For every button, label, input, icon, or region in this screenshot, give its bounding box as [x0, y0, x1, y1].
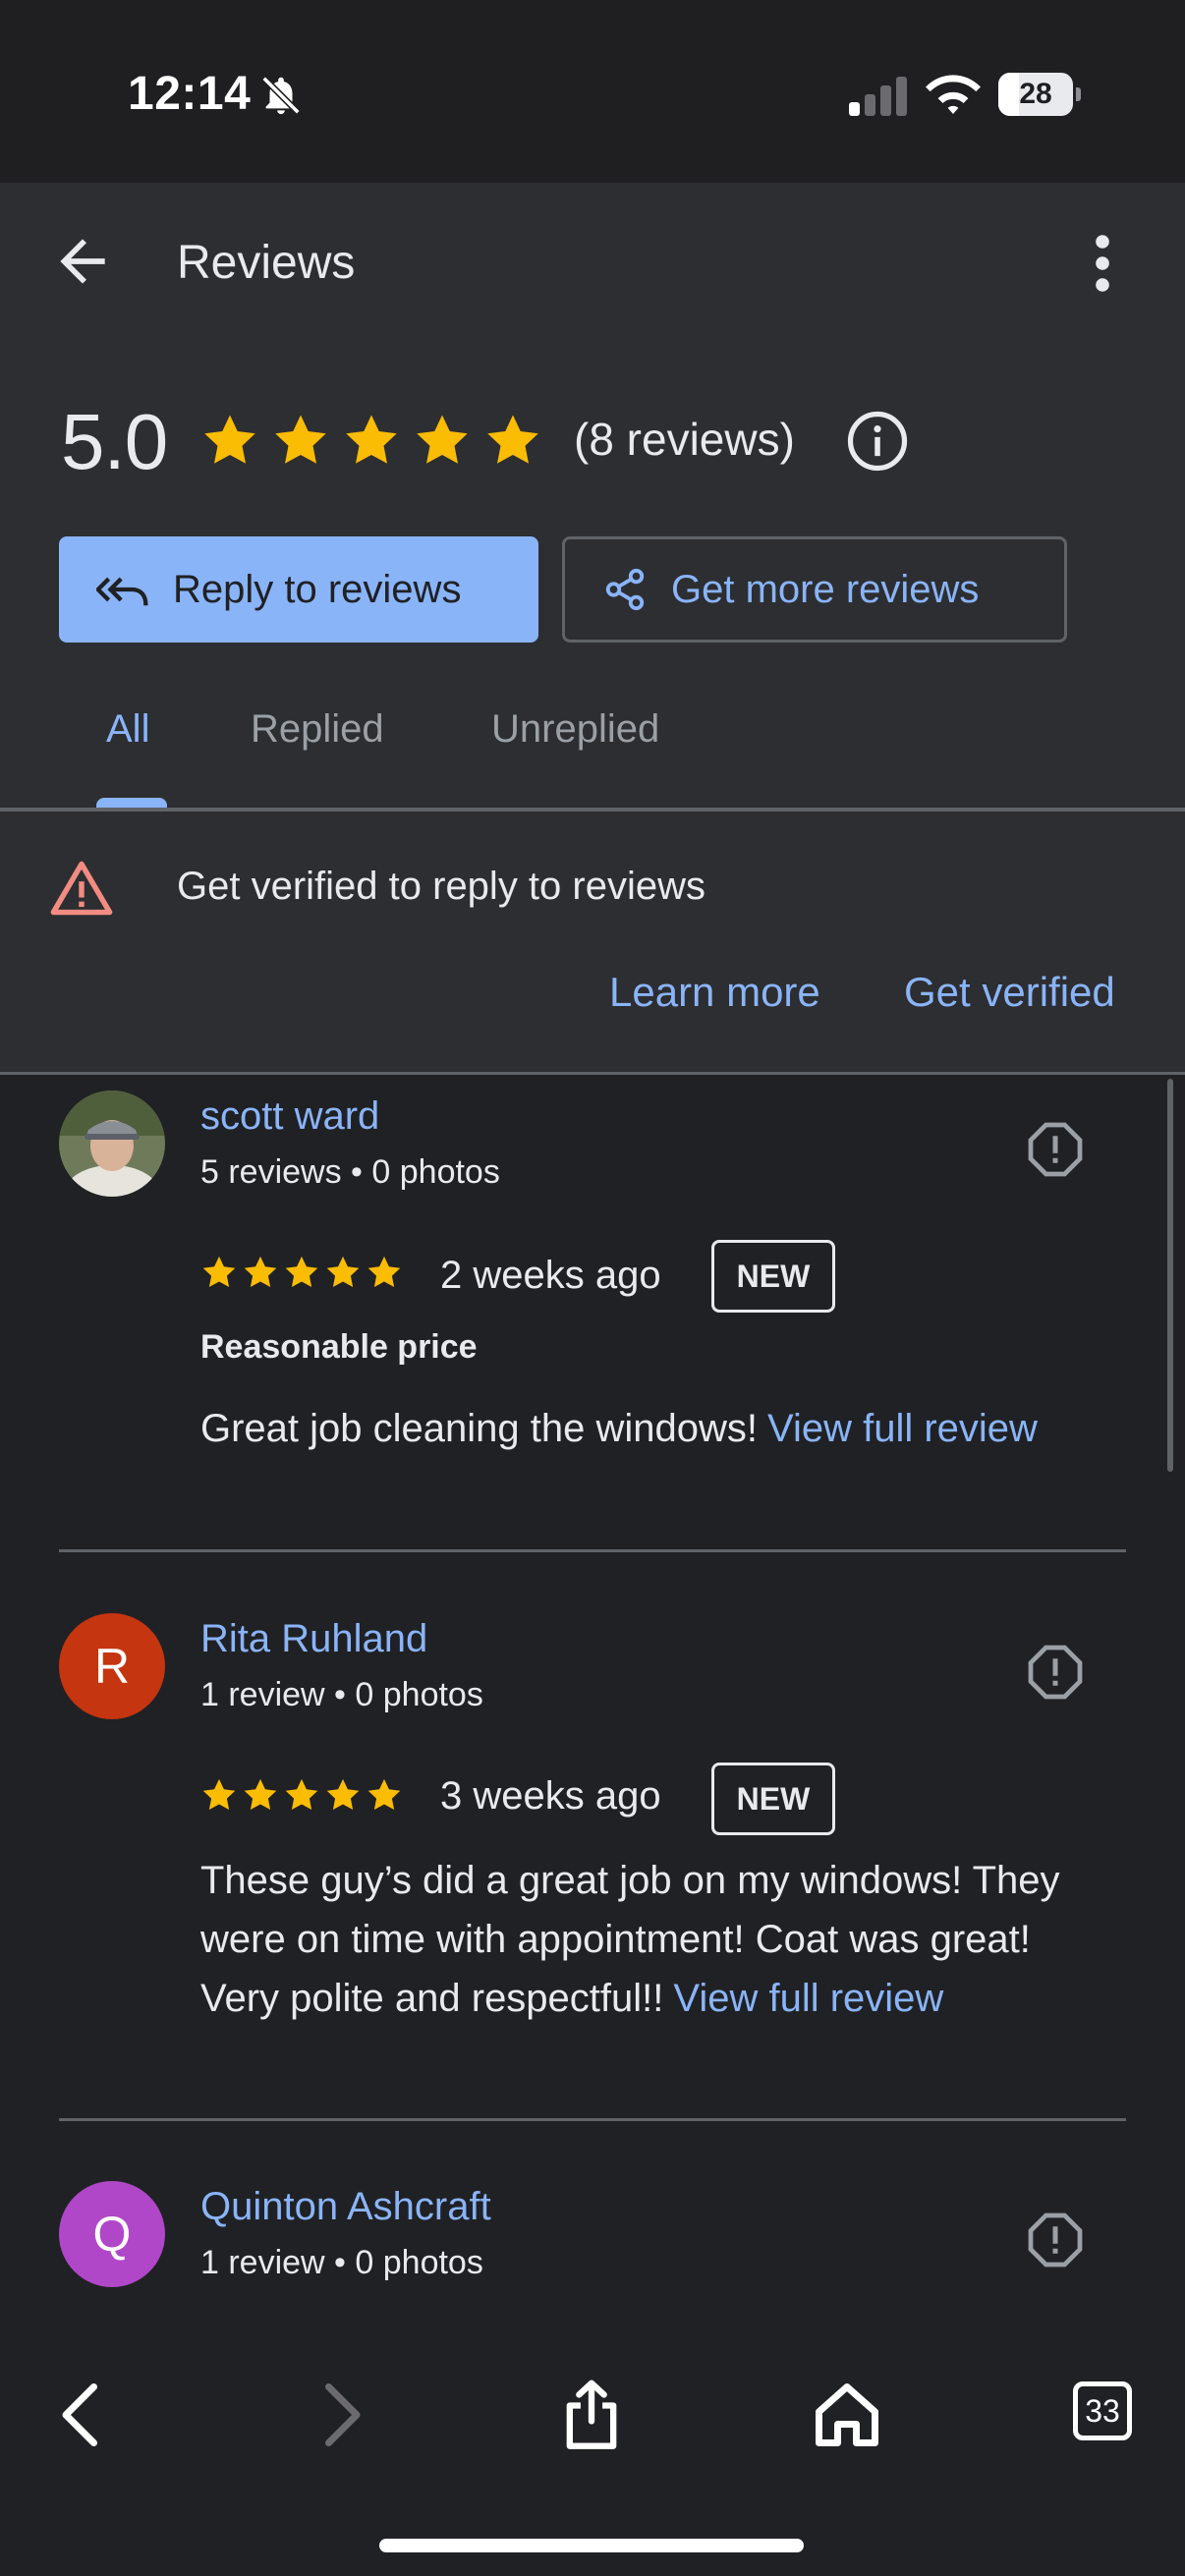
tab-all[interactable]: All: [106, 707, 149, 752]
review-stars: [200, 1254, 403, 1291]
star-icon: [244, 1256, 277, 1288]
star-icon: [202, 1256, 236, 1288]
more-vert-icon[interactable]: [1079, 232, 1126, 295]
reply-to-reviews-button[interactable]: Reply to reviews: [59, 536, 538, 643]
star-icon: [367, 1778, 401, 1811]
review-text: Great job cleaning the windows! View full…: [200, 1407, 1038, 1450]
bell-off-icon: [261, 76, 301, 115]
review-attribute: Reasonable price: [200, 1328, 478, 1366]
share-icon[interactable]: [554, 2378, 629, 2452]
arrow-left-icon[interactable]: [49, 228, 116, 295]
star-icon: [285, 1256, 318, 1288]
get-more-reviews-label: Get more reviews: [671, 567, 980, 611]
star-icon: [285, 1778, 318, 1811]
review-stars: [200, 1776, 403, 1814]
review-count: (8 reviews): [574, 414, 795, 465]
banner-text: Get verified to reply to reviews: [177, 865, 705, 908]
tab-replied[interactable]: Replied: [251, 707, 384, 752]
avatar-letter: Q: [92, 2207, 132, 2262]
star-icon: [487, 415, 538, 464]
scrollbar[interactable]: [1167, 1079, 1173, 1472]
review-time: 2 weeks ago: [440, 1254, 661, 1297]
report-icon[interactable]: [1026, 2211, 1085, 2269]
review-text: These guy’s did a great job on my window…: [200, 1859, 1060, 2020]
verification-banner: [0, 812, 1185, 1075]
view-full-review-link[interactable]: View full review: [673, 1977, 943, 2020]
reviewer-name[interactable]: Quinton Ashcraft: [200, 2185, 491, 2229]
home-indicator: [379, 2539, 804, 2552]
tabs-icon[interactable]: 33: [1073, 2381, 1132, 2440]
back-icon[interactable]: [47, 2378, 122, 2452]
view-full-review-link[interactable]: View full review: [767, 1407, 1038, 1450]
star-icon: [275, 415, 326, 464]
report-icon[interactable]: [1026, 1120, 1085, 1179]
status-bar: 12:14 28: [0, 0, 1185, 183]
star-icon: [326, 1778, 360, 1811]
share-icon: [605, 568, 645, 611]
review-divider: [59, 2118, 1126, 2121]
reviewer-photo: [59, 1091, 165, 1197]
star-icon: [202, 1778, 236, 1811]
reviewer-meta: 1 review • 0 photos: [200, 1676, 483, 1713]
reviewer-name[interactable]: Rita Ruhland: [200, 1617, 427, 1661]
signal-icon: [849, 77, 907, 116]
avatar[interactable]: Q: [59, 2181, 165, 2287]
new-badge: NEW: [711, 1240, 835, 1313]
star-icon: [326, 1256, 360, 1288]
reviewer-name[interactable]: scott ward: [200, 1094, 379, 1139]
review-time: 3 weeks ago: [440, 1774, 661, 1818]
page-title: Reviews: [177, 237, 356, 289]
rating-stars: [200, 411, 542, 470]
reviewer-meta: 1 review • 0 photos: [200, 2244, 483, 2281]
star-icon: [417, 415, 468, 464]
reply-all-icon: [96, 577, 148, 606]
wifi-icon: [926, 75, 981, 114]
report-icon[interactable]: [1026, 1643, 1085, 1702]
info-icon[interactable]: [845, 409, 910, 474]
avatar-letter: R: [93, 1639, 131, 1694]
learn-more-link[interactable]: Learn more: [609, 969, 820, 1016]
average-rating: 5.0: [61, 398, 168, 485]
battery-percent: 28: [1019, 78, 1052, 110]
review-divider: [59, 1549, 1126, 1552]
forward-icon[interactable]: [301, 2378, 375, 2452]
star-icon: [244, 1778, 277, 1811]
star-icon: [204, 415, 255, 464]
warning-icon: [50, 861, 113, 916]
new-badge: NEW: [711, 1763, 835, 1835]
reviews-page: 12:14 28 Reviews 5.0 (8 reviews) Reply t…: [0, 0, 1185, 2576]
home-icon[interactable]: [810, 2378, 884, 2452]
reviewer-meta: 5 reviews • 0 photos: [200, 1153, 500, 1191]
star-icon: [367, 1256, 401, 1288]
tab-unreplied[interactable]: Unreplied: [491, 707, 659, 752]
reply-to-reviews-label: Reply to reviews: [173, 567, 462, 611]
get-more-reviews-button[interactable]: Get more reviews: [562, 536, 1067, 643]
battery-icon: 28: [998, 73, 1081, 116]
get-verified-link[interactable]: Get verified: [904, 969, 1115, 1016]
avatar[interactable]: [59, 1091, 165, 1197]
avatar[interactable]: R: [59, 1613, 165, 1719]
star-icon: [346, 415, 397, 464]
status-time: 12:14: [128, 68, 252, 120]
